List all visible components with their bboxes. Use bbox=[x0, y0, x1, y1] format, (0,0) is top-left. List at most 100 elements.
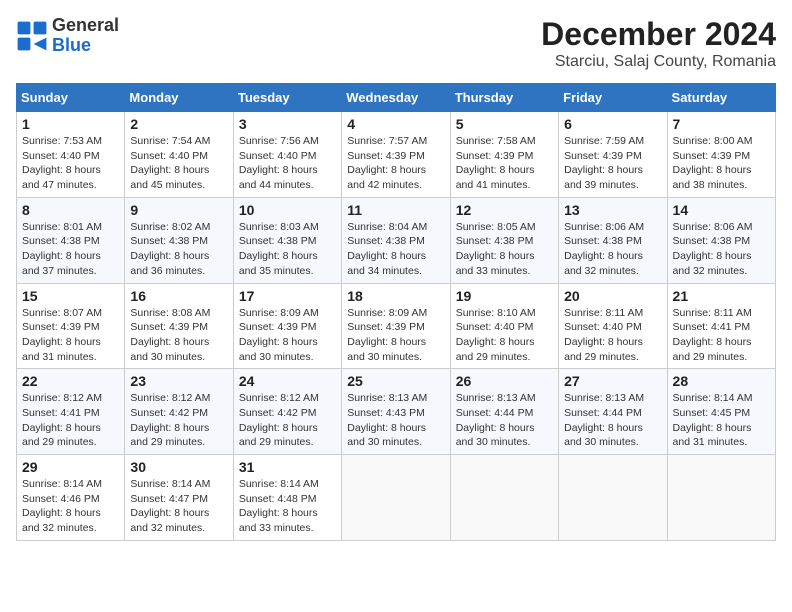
day-info-line: Daylight: 8 hours bbox=[673, 163, 770, 178]
calendar-cell: 7Sunrise: 8:00 AMSunset: 4:39 PMDaylight… bbox=[667, 112, 775, 198]
day-info: Sunrise: 7:58 AMSunset: 4:39 PMDaylight:… bbox=[456, 134, 553, 193]
day-info: Sunrise: 8:13 AMSunset: 4:44 PMDaylight:… bbox=[564, 391, 661, 450]
day-info-line: Sunrise: 8:06 AM bbox=[673, 220, 770, 235]
day-info-line: Daylight: 8 hours bbox=[347, 421, 444, 436]
day-info-line: and 30 minutes. bbox=[239, 350, 336, 365]
day-info-line: and 29 minutes. bbox=[239, 435, 336, 450]
day-info-line: Daylight: 8 hours bbox=[456, 335, 553, 350]
day-number: 17 bbox=[239, 288, 336, 304]
day-info: Sunrise: 8:14 AMSunset: 4:48 PMDaylight:… bbox=[239, 477, 336, 536]
day-info-line: and 41 minutes. bbox=[456, 178, 553, 193]
weekday-header-tuesday: Tuesday bbox=[233, 84, 341, 112]
day-info-line: Sunset: 4:39 PM bbox=[239, 320, 336, 335]
day-info-line: Sunset: 4:39 PM bbox=[347, 149, 444, 164]
day-info: Sunrise: 8:09 AMSunset: 4:39 PMDaylight:… bbox=[347, 306, 444, 365]
day-info-line: Daylight: 8 hours bbox=[456, 421, 553, 436]
day-number: 9 bbox=[130, 202, 227, 218]
day-info-line: Sunset: 4:38 PM bbox=[22, 234, 119, 249]
day-info-line: Daylight: 8 hours bbox=[239, 506, 336, 521]
day-info-line: Sunrise: 8:13 AM bbox=[456, 391, 553, 406]
calendar-header: SundayMondayTuesdayWednesdayThursdayFrid… bbox=[17, 84, 776, 112]
day-info-line: Sunrise: 8:01 AM bbox=[22, 220, 119, 235]
day-info-line: Sunset: 4:41 PM bbox=[673, 320, 770, 335]
day-number: 26 bbox=[456, 373, 553, 389]
day-info-line: Sunrise: 8:12 AM bbox=[239, 391, 336, 406]
calendar-cell: 12Sunrise: 8:05 AMSunset: 4:38 PMDayligh… bbox=[450, 197, 558, 283]
day-number: 23 bbox=[130, 373, 227, 389]
day-number: 4 bbox=[347, 116, 444, 132]
day-info: Sunrise: 8:14 AMSunset: 4:46 PMDaylight:… bbox=[22, 477, 119, 536]
day-info-line: and 32 minutes. bbox=[673, 264, 770, 279]
calendar-cell: 2Sunrise: 7:54 AMSunset: 4:40 PMDaylight… bbox=[125, 112, 233, 198]
day-info: Sunrise: 8:13 AMSunset: 4:44 PMDaylight:… bbox=[456, 391, 553, 450]
day-info-line: Sunrise: 8:13 AM bbox=[564, 391, 661, 406]
day-info-line: Sunset: 4:39 PM bbox=[673, 149, 770, 164]
day-info-line: Sunset: 4:40 PM bbox=[239, 149, 336, 164]
day-info: Sunrise: 7:53 AMSunset: 4:40 PMDaylight:… bbox=[22, 134, 119, 193]
day-number: 20 bbox=[564, 288, 661, 304]
day-info-line: Daylight: 8 hours bbox=[564, 335, 661, 350]
calendar-table: SundayMondayTuesdayWednesdayThursdayFrid… bbox=[16, 83, 776, 541]
day-info-line: Daylight: 8 hours bbox=[347, 335, 444, 350]
day-info-line: Sunset: 4:40 PM bbox=[564, 320, 661, 335]
day-info-line: Daylight: 8 hours bbox=[564, 163, 661, 178]
weekday-header-saturday: Saturday bbox=[667, 84, 775, 112]
calendar-week-5: 29Sunrise: 8:14 AMSunset: 4:46 PMDayligh… bbox=[17, 455, 776, 541]
day-info-line: Sunrise: 7:56 AM bbox=[239, 134, 336, 149]
calendar-cell: 8Sunrise: 8:01 AMSunset: 4:38 PMDaylight… bbox=[17, 197, 125, 283]
calendar-subtitle: Starciu, Salaj County, Romania bbox=[541, 53, 776, 71]
day-info-line: Sunrise: 8:02 AM bbox=[130, 220, 227, 235]
day-info-line: Sunset: 4:39 PM bbox=[347, 320, 444, 335]
day-info-line: Daylight: 8 hours bbox=[564, 421, 661, 436]
day-info: Sunrise: 8:12 AMSunset: 4:41 PMDaylight:… bbox=[22, 391, 119, 450]
day-info: Sunrise: 8:06 AMSunset: 4:38 PMDaylight:… bbox=[564, 220, 661, 279]
day-info-line: Sunset: 4:42 PM bbox=[130, 406, 227, 421]
calendar-cell: 11Sunrise: 8:04 AMSunset: 4:38 PMDayligh… bbox=[342, 197, 450, 283]
calendar-cell: 29Sunrise: 8:14 AMSunset: 4:46 PMDayligh… bbox=[17, 455, 125, 541]
day-info: Sunrise: 7:54 AMSunset: 4:40 PMDaylight:… bbox=[130, 134, 227, 193]
logo-text: General Blue bbox=[52, 16, 119, 56]
day-info-line: and 30 minutes. bbox=[347, 350, 444, 365]
day-info-line: and 29 minutes. bbox=[22, 435, 119, 450]
day-info-line: Sunrise: 7:58 AM bbox=[456, 134, 553, 149]
day-info-line: Daylight: 8 hours bbox=[130, 506, 227, 521]
day-info-line: Sunset: 4:40 PM bbox=[130, 149, 227, 164]
day-info-line: Daylight: 8 hours bbox=[673, 249, 770, 264]
day-info: Sunrise: 8:12 AMSunset: 4:42 PMDaylight:… bbox=[239, 391, 336, 450]
day-number: 19 bbox=[456, 288, 553, 304]
calendar-cell: 28Sunrise: 8:14 AMSunset: 4:45 PMDayligh… bbox=[667, 369, 775, 455]
day-info-line: Sunset: 4:48 PM bbox=[239, 492, 336, 507]
day-info-line: Daylight: 8 hours bbox=[130, 249, 227, 264]
logo-line2: Blue bbox=[52, 36, 119, 56]
day-info-line: and 36 minutes. bbox=[130, 264, 227, 279]
day-info-line: Sunset: 4:40 PM bbox=[456, 320, 553, 335]
day-info-line: Sunrise: 8:00 AM bbox=[673, 134, 770, 149]
day-info-line: Sunrise: 8:06 AM bbox=[564, 220, 661, 235]
calendar-cell: 22 Sunrise: 8:12 AMSunset: 4:41 PMDayligh… bbox=[17, 369, 125, 455]
day-info-line: and 30 minutes. bbox=[347, 435, 444, 450]
day-info-line: Sunset: 4:38 PM bbox=[347, 234, 444, 249]
day-info: Sunrise: 7:59 AMSunset: 4:39 PMDaylight:… bbox=[564, 134, 661, 193]
day-info-line: and 32 minutes. bbox=[564, 264, 661, 279]
day-info: Sunrise: 8:11 AMSunset: 4:41 PMDaylight:… bbox=[673, 306, 770, 365]
calendar-week-4: 22 Sunrise: 8:12 AMSunset: 4:41 PMDayligh… bbox=[17, 369, 776, 455]
day-info-line: and 31 minutes. bbox=[673, 435, 770, 450]
day-info-line: and 31 minutes. bbox=[22, 350, 119, 365]
day-info-line: Sunrise: 8:05 AM bbox=[456, 220, 553, 235]
title-block: December 2024 Starciu, Salaj County, Rom… bbox=[541, 16, 776, 71]
day-info-line: Sunset: 4:47 PM bbox=[130, 492, 227, 507]
calendar-cell: 10Sunrise: 8:03 AMSunset: 4:38 PMDayligh… bbox=[233, 197, 341, 283]
day-info-line: and 34 minutes. bbox=[347, 264, 444, 279]
calendar-cell: 24Sunrise: 8:12 AMSunset: 4:42 PMDayligh… bbox=[233, 369, 341, 455]
logo: General Blue bbox=[16, 16, 119, 56]
day-info-line: Sunset: 4:38 PM bbox=[130, 234, 227, 249]
day-number: 13 bbox=[564, 202, 661, 218]
calendar-cell: 6Sunrise: 7:59 AMSunset: 4:39 PMDaylight… bbox=[559, 112, 667, 198]
calendar-cell bbox=[450, 455, 558, 541]
day-number: 25 bbox=[347, 373, 444, 389]
day-number: 22 bbox=[22, 373, 119, 389]
day-number: 28 bbox=[673, 373, 770, 389]
logo-line1: General bbox=[52, 16, 119, 36]
day-info-line: and 44 minutes. bbox=[239, 178, 336, 193]
day-info-line: Sunset: 4:42 PM bbox=[239, 406, 336, 421]
